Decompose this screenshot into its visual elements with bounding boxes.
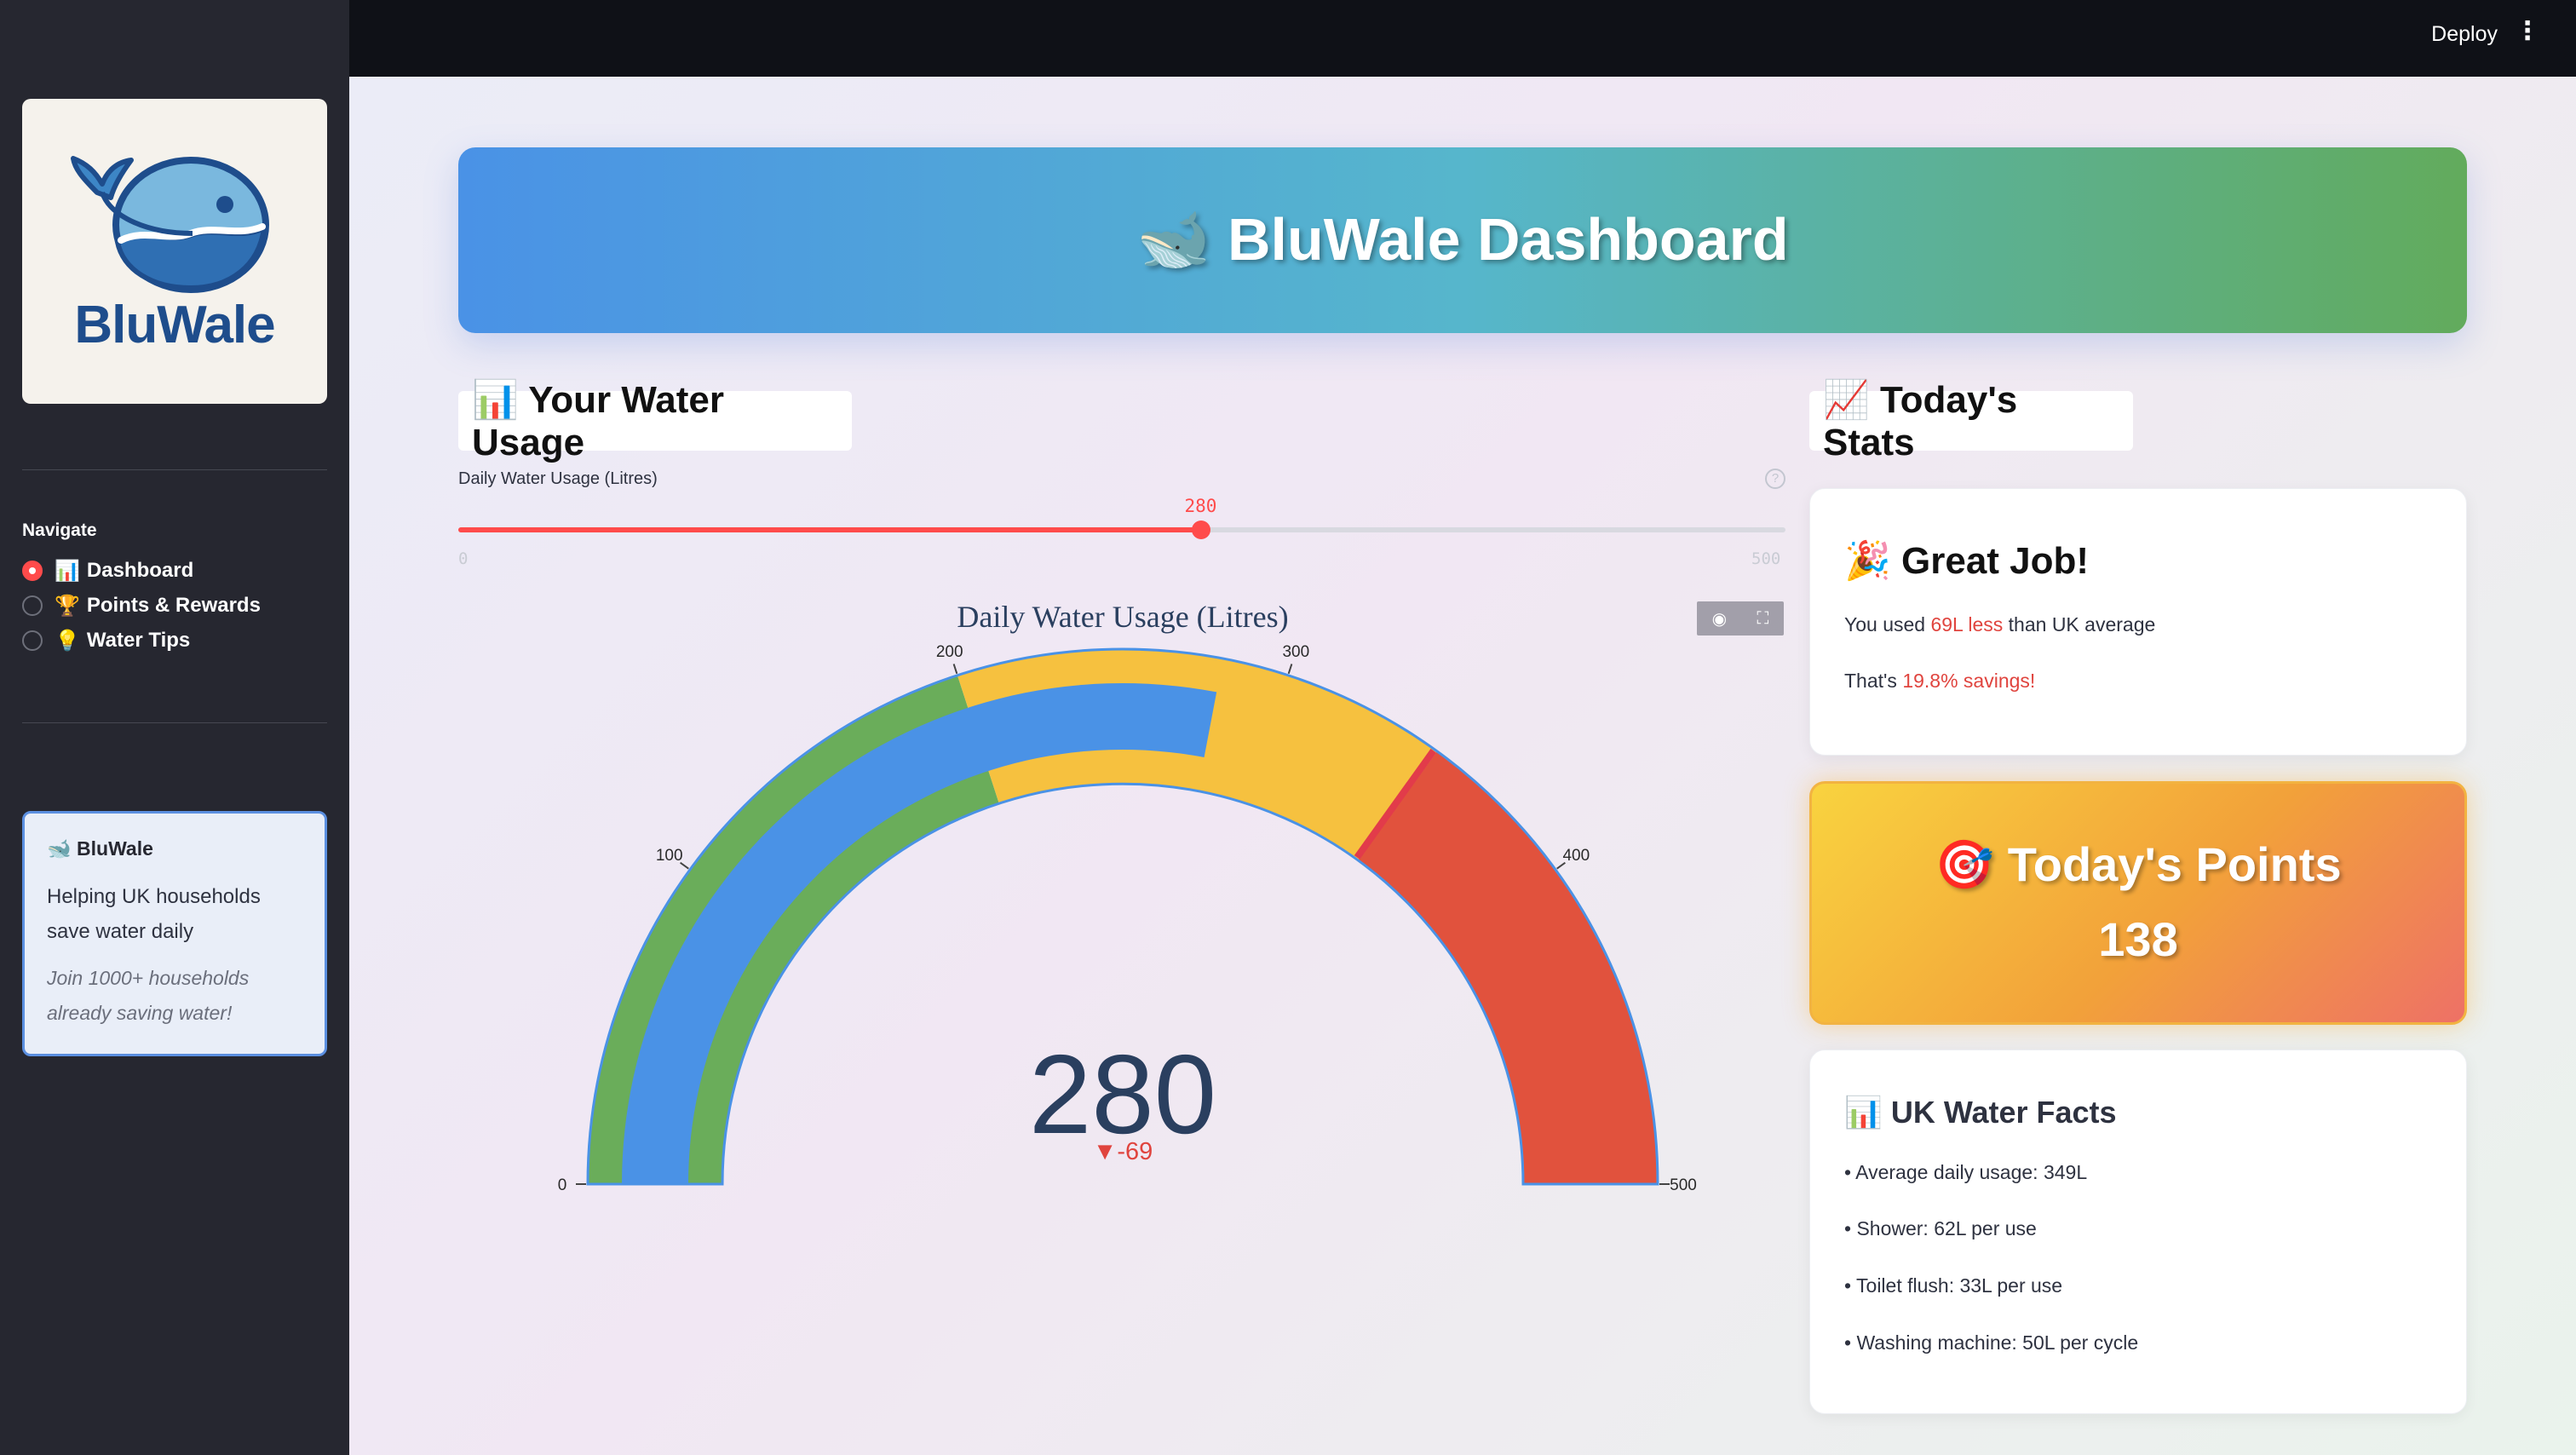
great-job-title: 🎉 Great Job!: [1844, 540, 2090, 582]
kebab-menu-icon[interactable]: ⋮: [2515, 19, 2540, 44]
percentage-value: 19.8% savings!: [1902, 670, 2036, 692]
points-value: 138: [2098, 912, 2178, 966]
nav-item-label: Points & Rewards: [86, 594, 261, 617]
nav-item-dashboard[interactable]: 📊 Dashboard: [22, 557, 193, 584]
section-title-water-usage: 📊 Your Water Usage: [458, 379, 852, 463]
slider-thumb[interactable]: [1192, 520, 1211, 539]
great-job-card: 🎉 Great Job! You used 69L less than UK a…: [1809, 488, 2467, 756]
slider-label: Daily Water Usage (Litres): [458, 469, 658, 488]
todays-points-card: 🎯 Today's Points 138: [1809, 781, 2467, 1025]
info-line: save water daily: [47, 920, 194, 943]
points-title: 🎯 Today's Points: [1935, 837, 2342, 891]
info-title: 🐋 BluWale: [47, 837, 153, 860]
savings-line: You used 69L less than UK average: [1844, 613, 2155, 636]
info-italic: Join 1000+ households: [47, 967, 250, 989]
fact-item: • Average daily usage: 349L: [1844, 1161, 2088, 1183]
water-usage-slider[interactable]: [458, 520, 1785, 539]
fact-item: • Toilet flush: 33L per use: [1844, 1274, 2063, 1297]
percentage-prefix: That's: [1844, 670, 1903, 692]
radio-selected-icon[interactable]: [22, 561, 43, 581]
lightbulb-icon: 💡: [55, 629, 80, 653]
slider-fill: [458, 527, 1202, 532]
radio-icon[interactable]: [22, 595, 43, 616]
dashboard-banner: 🐋 BluWale Dashboard: [458, 147, 2467, 333]
gauge-delta: ▼-69: [1093, 1138, 1153, 1165]
fact-item: • Shower: 62L per use: [1844, 1217, 2037, 1239]
info-line: Helping UK households: [47, 885, 261, 908]
info-italic: already saving water!: [47, 1002, 233, 1024]
top-header: Deploy ⋮: [349, 0, 2576, 77]
water-usage-gauge: Daily Water Usage (Litres) 0 100 200 300 400 5…: [558, 600, 1697, 1194]
fact-item: • Washing machine: 50L per cycle: [1844, 1331, 2139, 1354]
logo-text: BluWale: [74, 296, 275, 354]
savings-prefix: You used: [1844, 613, 1931, 635]
gauge-tick-label: 300: [1282, 643, 1309, 661]
sidebar: BluWale Navigate 📊 Dashboard 🏆 Points & …: [0, 0, 349, 1455]
gauge-tick-label: 400: [1562, 847, 1590, 865]
gauge-title: Daily Water Usage (Litres): [957, 600, 1288, 634]
radio-icon[interactable]: [22, 630, 43, 651]
savings-suffix: than UK average: [2003, 613, 2156, 635]
info-card: 🐋 BluWale Helping UK households save wat…: [22, 811, 327, 1056]
nav-item-water-tips[interactable]: 💡 Water Tips: [22, 627, 190, 654]
percentage-line: That's 19.8% savings!: [1844, 670, 2035, 693]
slider-min: 0: [458, 549, 469, 568]
gauge-tick: [1287, 664, 1293, 675]
nav-item-label: Water Tips: [86, 629, 191, 652]
gauge-tick: [952, 664, 958, 675]
slider-value: 280: [1184, 496, 1217, 516]
savings-amount: 69L less: [1930, 613, 2004, 635]
nav-item-points-rewards[interactable]: 🏆 Points & Rewards: [22, 592, 261, 619]
logo-card: BluWale: [22, 99, 327, 404]
trophy-icon: 🏆: [55, 594, 80, 618]
page-title: 🐋 BluWale Dashboard: [1136, 206, 1789, 273]
sidebar-divider-top: [22, 469, 327, 470]
help-icon[interactable]: ?: [1765, 469, 1785, 489]
facts-title: 📊 UK Water Facts: [1844, 1095, 2117, 1130]
nav-item-label: Dashboard: [86, 559, 194, 582]
gauge-tick-label: 500: [1670, 1176, 1697, 1194]
sidebar-divider-bottom: [22, 722, 327, 723]
gauge-tick-label: 100: [656, 847, 683, 865]
slider-max: 500: [1751, 549, 1781, 568]
gauge-tick-label: 0: [558, 1176, 567, 1194]
gauge-tick-label: 200: [936, 643, 963, 661]
bar-chart-icon: 📊: [55, 559, 80, 583]
deploy-button[interactable]: Deploy: [2431, 22, 2498, 47]
whale-logo-icon: [71, 156, 269, 293]
uk-facts-card: 📊 UK Water Facts • Average daily usage: …: [1809, 1050, 2467, 1414]
section-title-todays-stats: 📈 Today's Stats: [1809, 379, 2133, 463]
nav-title: Navigate: [22, 520, 97, 540]
